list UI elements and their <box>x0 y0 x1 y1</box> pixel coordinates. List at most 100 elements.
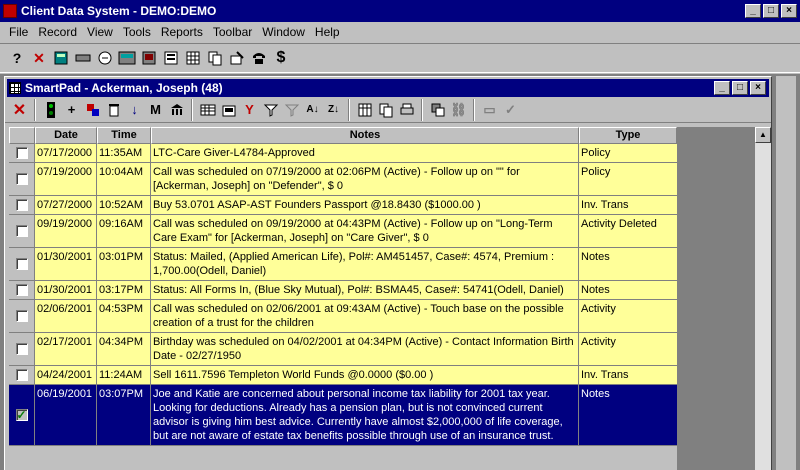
calculator-icon[interactable] <box>50 47 72 69</box>
tape-icon[interactable] <box>72 47 94 69</box>
menu-toolbar[interactable]: Toolbar <box>208 25 257 39</box>
header-notes[interactable]: Notes <box>151 127 579 144</box>
attach-icon[interactable] <box>427 99 448 121</box>
help-icon[interactable]: ? <box>6 47 28 69</box>
table-row[interactable]: 04/24/2001 11:24AM Sell 1611.7596 Templeto… <box>9 366 677 385</box>
row-select-cell[interactable] <box>9 300 35 332</box>
sort-ascending-icon[interactable]: A↓ <box>302 99 323 121</box>
type-cell[interactable]: Notes <box>579 385 677 445</box>
row-checkbox[interactable] <box>15 310 28 322</box>
check-icon[interactable]: ✓ <box>500 99 521 121</box>
date-cell[interactable]: 07/19/2000 <box>35 163 97 195</box>
notes-cell[interactable]: Call was scheduled on 07/19/2000 at 02:0… <box>151 163 579 195</box>
notes-cell[interactable]: Buy 53.0701 ASAP-AST Founders Passport @… <box>151 196 579 214</box>
row-select-cell[interactable] <box>9 215 35 247</box>
row-select-cell[interactable] <box>9 196 35 214</box>
row-checkbox[interactable] <box>15 258 28 270</box>
grid-vertical-scrollbar[interactable]: ▲ <box>755 127 771 470</box>
table-row[interactable]: 09/19/2000 09:16AM Call was scheduled on 0… <box>9 215 677 248</box>
menu-record[interactable]: Record <box>33 25 82 39</box>
row-checkbox[interactable] <box>15 369 28 381</box>
date-cell[interactable]: 02/17/2001 <box>35 333 97 365</box>
menu-file[interactable]: File <box>4 25 33 39</box>
table-row[interactable]: 01/30/2001 03:01PM Status: Mailed, (Applie… <box>9 248 677 281</box>
insert-below-icon[interactable]: ↓ <box>124 99 145 121</box>
type-cell[interactable]: Notes <box>579 248 677 280</box>
sort-descending-icon[interactable]: Z↓ <box>323 99 344 121</box>
notes-cell[interactable]: LTC-Care Giver-L4784-Approved <box>151 144 579 162</box>
header-type[interactable]: Type <box>579 127 677 144</box>
row-checkbox[interactable]: ✓ <box>15 409 28 421</box>
keyboard-icon[interactable] <box>197 99 218 121</box>
time-cell[interactable]: 03:01PM <box>97 248 151 280</box>
forms-icon[interactable] <box>160 47 182 69</box>
row-select-cell[interactable] <box>9 163 35 195</box>
time-cell[interactable]: 03:07PM <box>97 385 151 445</box>
scroll-up-button[interactable]: ▲ <box>755 127 771 143</box>
row-checkbox[interactable] <box>15 199 28 211</box>
link-records-icon[interactable] <box>82 99 103 121</box>
table-row[interactable]: 07/19/2000 10:04AM Call was scheduled on 0… <box>9 163 677 196</box>
table-row[interactable]: 01/30/2001 03:17PM Status: All Forms In, (… <box>9 281 677 300</box>
row-checkbox[interactable] <box>15 173 28 185</box>
table-row[interactable]: ✓ 06/19/2001 03:07PM Joe and Katie are conc… <box>9 385 677 446</box>
menu-help[interactable]: Help <box>310 25 345 39</box>
table-row[interactable]: 07/27/2000 10:52AM Buy 53.0701 ASAP-AST Fo… <box>9 196 677 215</box>
time-cell[interactable]: 04:34PM <box>97 333 151 365</box>
close-button[interactable]: × <box>781 4 797 18</box>
table-row[interactable]: 02/06/2001 04:53PM Call was scheduled on 0… <box>9 300 677 333</box>
date-cell[interactable]: 09/19/2000 <box>35 215 97 247</box>
phone-icon[interactable] <box>248 47 270 69</box>
table-row[interactable]: 07/17/2000 11:35AM LTC-Care Giver-L4784-Ap… <box>9 144 677 163</box>
header-select-column[interactable] <box>9 127 35 144</box>
row-select-cell[interactable] <box>9 281 35 299</box>
notes-cell[interactable]: Joe and Katie are concerned about person… <box>151 385 579 445</box>
date-cell[interactable]: 07/27/2000 <box>35 196 97 214</box>
sort-by-person-icon[interactable]: Y <box>239 99 260 121</box>
time-cell[interactable]: 11:24AM <box>97 366 151 384</box>
time-cell[interactable]: 11:35AM <box>97 144 151 162</box>
columns-icon[interactable] <box>354 99 375 121</box>
child-close-button[interactable]: × <box>750 81 766 95</box>
type-cell[interactable]: Notes <box>579 281 677 299</box>
notes-cell[interactable]: Birthday was scheduled on 04/02/2001 at … <box>151 333 579 365</box>
notes-cell[interactable]: Status: All Forms In, (Blue Sky Mutual),… <box>151 281 579 299</box>
table-row[interactable]: 02/17/2001 04:34PM Birthday was scheduled … <box>9 333 677 366</box>
app-icon[interactable] <box>3 4 17 18</box>
header-time[interactable]: Time <box>97 127 151 144</box>
print-icon[interactable] <box>396 99 417 121</box>
bank-icon[interactable] <box>166 99 187 121</box>
dollar-icon[interactable]: $ <box>270 47 292 69</box>
notes-cell[interactable]: Sell 1611.7596 Templeton World Funds @0.… <box>151 366 579 384</box>
comment-icon[interactable]: ▭ <box>479 99 500 121</box>
date-cell[interactable]: 07/17/2000 <box>35 144 97 162</box>
menu-view[interactable]: View <box>82 25 118 39</box>
duplicate-icon[interactable] <box>375 99 396 121</box>
type-cell[interactable]: Activity <box>579 300 677 332</box>
child-maximize-button[interactable]: □ <box>732 81 748 95</box>
filter-icon[interactable] <box>260 99 281 121</box>
calendar-icon[interactable] <box>116 47 138 69</box>
type-cell[interactable]: Inv. Trans <box>579 366 677 384</box>
clear-filter-icon[interactable] <box>281 99 302 121</box>
notes-cell[interactable]: Call was scheduled on 02/06/2001 at 09:4… <box>151 300 579 332</box>
trash-icon[interactable] <box>103 99 124 121</box>
menu-window[interactable]: Window <box>257 25 310 39</box>
time-cell[interactable]: 10:04AM <box>97 163 151 195</box>
mdi-vertical-scrollbar[interactable] <box>776 76 796 470</box>
row-select-cell[interactable] <box>9 144 35 162</box>
add-icon[interactable]: + <box>61 99 82 121</box>
row-checkbox[interactable] <box>15 284 28 296</box>
copy-icon[interactable] <box>204 47 226 69</box>
header-date[interactable]: Date <box>35 127 97 144</box>
date-cell[interactable]: 01/30/2001 <box>35 281 97 299</box>
row-select-cell[interactable] <box>9 248 35 280</box>
time-cell[interactable]: 04:53PM <box>97 300 151 332</box>
close-icon[interactable]: ✕ <box>9 99 30 121</box>
contacts-icon[interactable] <box>138 47 160 69</box>
chain-link-icon[interactable]: ⛓ <box>448 99 469 121</box>
type-cell[interactable]: Policy <box>579 144 677 162</box>
notes-grid-icon[interactable] <box>182 47 204 69</box>
menu-tools[interactable]: Tools <box>118 25 156 39</box>
edit-icon[interactable] <box>226 47 248 69</box>
